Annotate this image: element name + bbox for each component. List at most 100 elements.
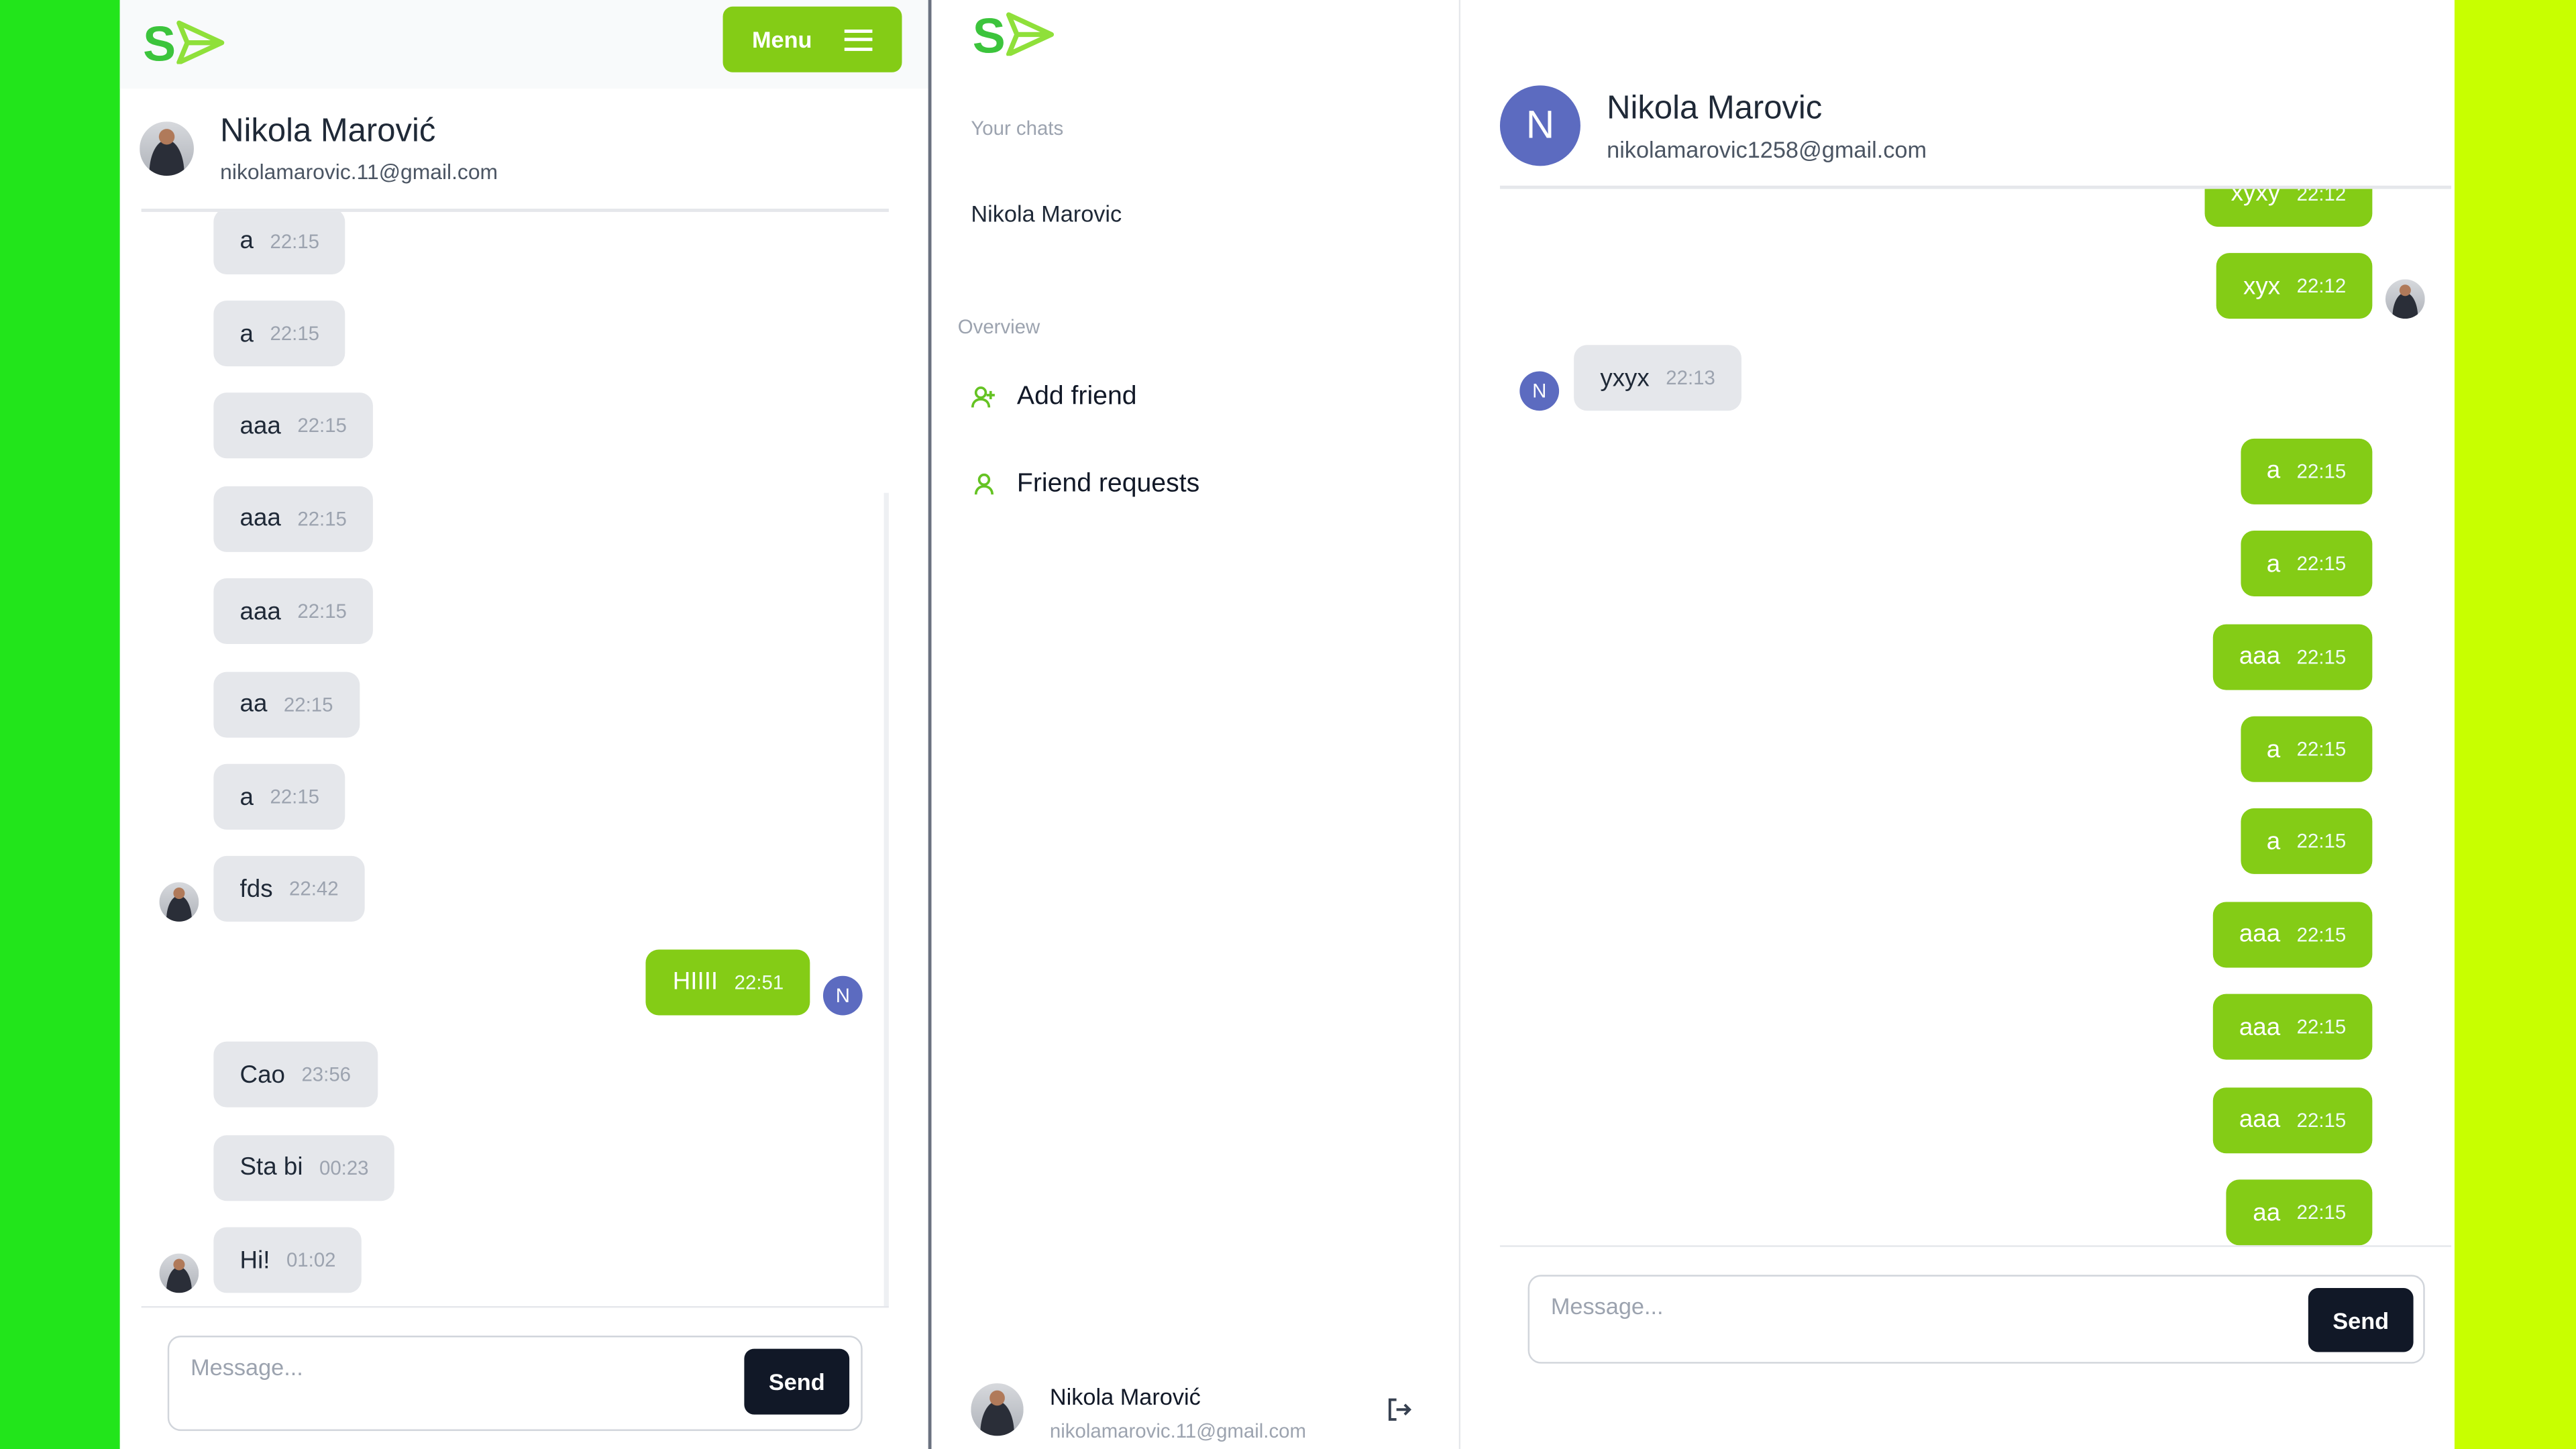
- sent-message-bubble[interactable]: a 22:15: [2240, 808, 2373, 875]
- received-message-bubble[interactable]: aaa 22:15: [213, 393, 374, 460]
- message-text: yxyx: [1600, 364, 1650, 393]
- sent-message-bubble[interactable]: a 22:15: [2240, 716, 2373, 782]
- message-time: 22:15: [2296, 645, 2347, 668]
- sidebar-item-add-friend[interactable]: Add friend: [971, 383, 1137, 413]
- sent-message-bubble[interactable]: aa 22:15: [2226, 1179, 2373, 1246]
- sidebar-item-friend-requests[interactable]: Friend requests: [971, 470, 1199, 499]
- received-message-bubble[interactable]: Cao 23:56: [213, 1042, 378, 1108]
- desktop-background-right: [2454, 0, 2576, 1449]
- contact-avatar: [140, 121, 194, 176]
- menu-label: Menu: [751, 26, 812, 53]
- message-time: 22:15: [297, 507, 347, 531]
- contact-name: Nikola Marović: [220, 113, 436, 150]
- received-message-bubble[interactable]: a 22:15: [213, 301, 346, 367]
- message-text: xyxy: [2231, 189, 2281, 208]
- message-time: 22:15: [2296, 460, 2347, 483]
- message-time: 01:02: [286, 1248, 336, 1272]
- sent-message-bubble[interactable]: a 22:15: [2240, 438, 2373, 504]
- footer-divider: [141, 1305, 889, 1308]
- message-time: 22:15: [2296, 1201, 2347, 1224]
- message-text: Sta bi: [239, 1153, 303, 1182]
- logout-icon[interactable]: [1387, 1397, 1413, 1423]
- received-message-bubble[interactable]: yxyx 22:13: [1574, 345, 1742, 412]
- overview-heading: Overview: [957, 315, 1040, 339]
- svg-text:S: S: [143, 19, 176, 64]
- message-time: 22:12: [2296, 189, 2347, 205]
- message-row: a 22:15: [142, 763, 889, 830]
- sender-avatar: N: [1519, 372, 1560, 412]
- message-text: aa: [2253, 1198, 2281, 1227]
- logo-icon[interactable]: S: [143, 19, 225, 64]
- message-row: Hi! 01:02: [142, 1227, 889, 1293]
- sent-message-bubble[interactable]: aaa 22:15: [2212, 994, 2373, 1061]
- hamburger-icon: [845, 28, 873, 50]
- message-input[interactable]: [1547, 1289, 2294, 1359]
- received-message-bubble[interactable]: a 22:15: [213, 211, 346, 274]
- received-message-bubble[interactable]: Sta bi 00:23: [213, 1134, 395, 1201]
- message-row: aa 22:15: [1500, 1179, 2451, 1246]
- message-row: HIIII 22:51 N: [142, 949, 889, 1016]
- message-row: xyx 22:12: [1500, 253, 2451, 319]
- received-message-bubble[interactable]: fds 22:42: [213, 857, 365, 922]
- message-row: aaa 22:15: [142, 486, 889, 552]
- message-row: aaa 22:15: [1500, 994, 2451, 1061]
- message-row: xyxy 22:12: [1500, 189, 2451, 227]
- message-time: 22:15: [2296, 552, 2347, 576]
- received-message-bubble[interactable]: aaa 22:15: [213, 486, 374, 552]
- message-text: HIIII: [672, 968, 718, 996]
- sent-message-bubble[interactable]: xyx 22:12: [2216, 253, 2373, 319]
- message-row: a 22:15: [142, 211, 889, 274]
- message-row: a 22:15: [1500, 531, 2451, 597]
- left-chat-window: S Menu Nikola Marović nikolamarovic.11@g…: [119, 0, 928, 1449]
- received-message-bubble[interactable]: aa 22:15: [213, 671, 360, 737]
- sent-message-bubble[interactable]: aaa 22:15: [2212, 902, 2373, 968]
- message-row: Cao 23:56: [142, 1042, 889, 1108]
- message-list[interactable]: xyxy 22:12 xyx 22:12 yxyx 22:13 Na 22:15 a 22:15 a…: [1500, 189, 2451, 1246]
- message-row: aaa 22:15: [1500, 623, 2451, 690]
- received-message-bubble[interactable]: aaa 22:15: [213, 578, 374, 645]
- message-time: 23:56: [301, 1063, 352, 1087]
- top-bar: S Menu: [119, 0, 928, 89]
- sent-message-bubble[interactable]: a 22:15: [2240, 531, 2373, 597]
- message-text: a: [2266, 549, 2281, 578]
- message-input[interactable]: [187, 1350, 737, 1423]
- user-avatar: [971, 1383, 1024, 1436]
- sent-message-bubble[interactable]: aaa 22:15: [2212, 1087, 2373, 1153]
- message-row: aaa 22:15: [1500, 1087, 2451, 1153]
- message-row: aa 22:15: [142, 671, 889, 737]
- message-row: Sta bi 00:23: [142, 1134, 889, 1201]
- message-time: 22:15: [297, 415, 347, 438]
- logo-icon[interactable]: S: [973, 11, 1055, 56]
- user-email: nikolamarovic.11@gmail.com: [1049, 1419, 1306, 1443]
- message-row: aaa 22:15: [142, 393, 889, 460]
- sent-message-bubble[interactable]: aaa 22:15: [2212, 623, 2373, 690]
- sender-avatar: [159, 1253, 199, 1293]
- message-text: aaa: [2239, 1106, 2281, 1134]
- message-text: Hi!: [239, 1246, 270, 1275]
- message-time: 00:23: [319, 1156, 369, 1179]
- menu-button[interactable]: Menu: [722, 6, 902, 72]
- message-time: 22:15: [297, 600, 347, 623]
- send-button[interactable]: Send: [2308, 1288, 2414, 1352]
- send-button[interactable]: Send: [744, 1348, 850, 1415]
- footer-divider: [1499, 1245, 2451, 1247]
- message-list[interactable]: a 22:15 a 22:15 aaa 22:15 aaa 22:15 aaa 22:15 aa 22…: [142, 211, 889, 1293]
- message-row: aaa 22:15: [1500, 902, 2451, 968]
- user-plus-icon: [971, 386, 995, 408]
- friend-requests-label: Friend requests: [1016, 470, 1200, 498]
- sent-message-bubble[interactable]: HIIII 22:51: [646, 949, 810, 1016]
- message-input-box: Send: [1527, 1275, 2425, 1364]
- message-time: 22:51: [734, 970, 784, 994]
- message-text: xyx: [2243, 272, 2281, 301]
- chat-item[interactable]: Nikola Marovic: [971, 201, 1122, 227]
- message-text: fds: [239, 875, 273, 904]
- desktop-background-left: [0, 0, 120, 1449]
- scrollbar[interactable]: [883, 492, 889, 1306]
- message-text: aaa: [2239, 1013, 2281, 1041]
- message-time: 22:15: [2296, 922, 2347, 947]
- sent-message-bubble[interactable]: xyxy 22:12: [2204, 189, 2373, 227]
- message-text: a: [239, 319, 254, 348]
- contact-name: Nikola Marovic: [1607, 90, 1823, 127]
- received-message-bubble[interactable]: Hi! 01:02: [213, 1227, 362, 1293]
- received-message-bubble[interactable]: a 22:15: [213, 763, 346, 830]
